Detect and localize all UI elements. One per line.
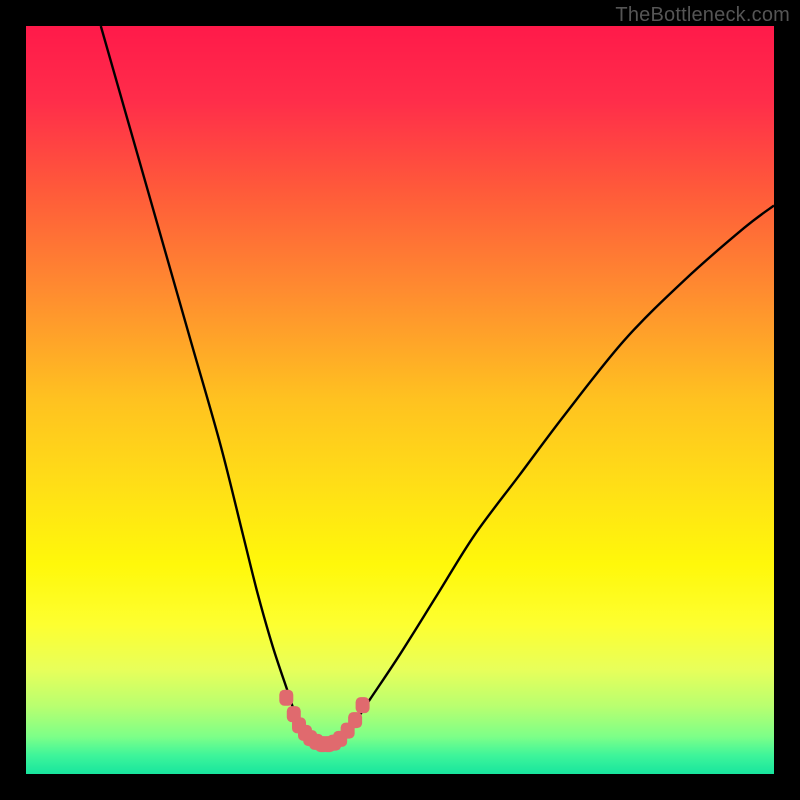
left-curve <box>101 26 325 745</box>
right-curve <box>325 206 774 745</box>
chart-frame: TheBottleneck.com <box>0 0 800 800</box>
marker-point <box>356 697 370 713</box>
marker-point <box>348 712 362 728</box>
curves-layer <box>26 26 774 774</box>
highlight-markers <box>279 690 369 752</box>
plot-area <box>26 26 774 774</box>
watermark-text: TheBottleneck.com <box>615 4 790 27</box>
marker-point <box>279 690 293 706</box>
